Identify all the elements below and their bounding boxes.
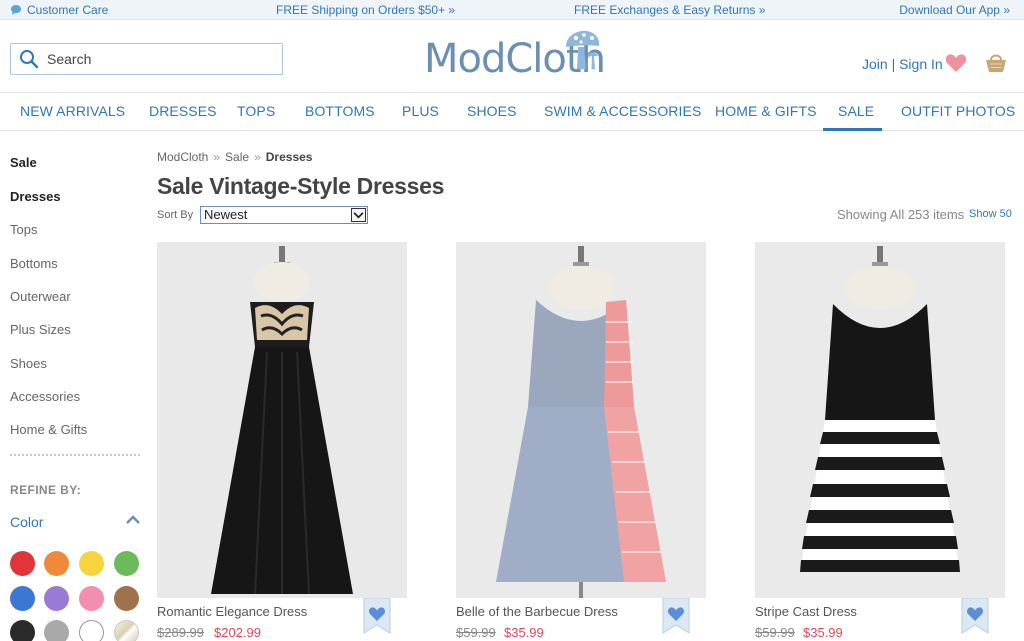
sidebar-item-bottoms[interactable]: Bottoms <box>10 256 58 271</box>
sort-select[interactable]: Newest <box>200 206 368 224</box>
search-box[interactable] <box>10 43 283 75</box>
color-swatch-white[interactable] <box>79 620 104 641</box>
modcloth-logo[interactable]: ModCloth <box>424 28 606 82</box>
download-app-link[interactable]: Download Our App » <box>899 3 1010 17</box>
product-sale-price: $35.99 <box>504 625 544 640</box>
color-swatch-purple[interactable] <box>44 586 69 611</box>
chat-bubble-icon <box>11 5 21 15</box>
heart-favorite-icon[interactable] <box>662 598 690 634</box>
product-name[interactable]: Belle of the Barbecue Dress <box>456 604 618 619</box>
shopping-basket-icon[interactable] <box>984 50 1008 74</box>
nav-dresses[interactable]: DRESSES <box>149 103 217 119</box>
product-original-price: $59.99 <box>755 625 795 640</box>
nav-tops[interactable]: TOPS <box>237 103 275 119</box>
sidebar-item-tops[interactable]: Tops <box>10 222 37 237</box>
nav-shoes[interactable]: SHOES <box>467 103 517 119</box>
color-swatch-black[interactable] <box>10 620 35 641</box>
sidebar-item-home-gifts[interactable]: Home & Gifts <box>10 422 87 437</box>
color-swatch-yellow[interactable] <box>79 551 104 576</box>
product-original-price: $289.99 <box>157 625 204 640</box>
nav-active-indicator <box>823 128 882 131</box>
sort-select-value: Newest <box>204 207 248 222</box>
color-swatch-orange[interactable] <box>44 551 69 576</box>
product-card[interactable]: Romantic Elegance Dress $289.99 $202.99 <box>157 242 407 641</box>
product-sale-price: $35.99 <box>803 625 843 640</box>
free-exchanges-link[interactable]: FREE Exchanges & Easy Returns » <box>574 3 765 17</box>
promo-bar: Customer Care FREE Shipping on Orders $5… <box>0 0 1024 20</box>
nav-outfit-photos[interactable]: OUTFIT PHOTOS <box>901 103 1015 119</box>
nav-plus[interactable]: PLUS <box>402 103 439 119</box>
nav-new-arrivals[interactable]: NEW ARRIVALS <box>20 103 125 119</box>
product-card[interactable]: Belle of the Barbecue Dress $59.99 $35.9… <box>456 242 706 641</box>
product-image[interactable] <box>157 242 407 598</box>
search-input[interactable] <box>47 51 277 67</box>
sort-by-label: Sort By <box>157 209 194 221</box>
sidebar-divider <box>10 454 140 456</box>
breadcrumb-sale[interactable]: Sale <box>225 150 249 164</box>
refine-by-heading: REFINE BY: <box>10 483 82 497</box>
color-swatch-blue[interactable] <box>10 586 35 611</box>
item-count: Showing All 253 items <box>837 207 965 222</box>
breadcrumb: ModCloth » Sale » Dresses <box>157 150 312 164</box>
show-50-link[interactable]: Show 50 <box>969 208 1012 220</box>
nav-sale[interactable]: SALE <box>838 103 874 119</box>
breadcrumb-separator: » <box>213 150 221 164</box>
breadcrumb-separator: » <box>254 150 261 164</box>
product-image[interactable] <box>755 242 1005 598</box>
sidebar-item-dresses[interactable]: Dresses <box>10 189 61 204</box>
heart-favorite-icon[interactable] <box>363 598 391 634</box>
color-filter-heading[interactable]: Color <box>10 514 43 530</box>
free-shipping-link[interactable]: FREE Shipping on Orders $50+ » <box>276 3 455 17</box>
breadcrumb-dresses: Dresses <box>265 150 313 164</box>
search-icon[interactable] <box>19 49 39 69</box>
product-sale-price: $202.99 <box>214 625 261 640</box>
join-sign-in-link[interactable]: Join | Sign In <box>862 56 943 72</box>
color-swatch-gray[interactable] <box>44 620 69 641</box>
product-card[interactable]: Stripe Cast Dress $59.99 $35.99 <box>755 242 1005 641</box>
color-swatch-pink[interactable] <box>79 586 104 611</box>
product-name[interactable]: Stripe Cast Dress <box>755 604 857 619</box>
mushroom-logo-icon <box>566 30 600 69</box>
sidebar-item-shoes[interactable]: Shoes <box>10 356 47 371</box>
heart-wishlist-icon[interactable] <box>945 53 967 73</box>
breadcrumb-modcloth[interactable]: ModCloth <box>157 150 208 164</box>
sidebar-item-sale[interactable]: Sale <box>10 155 37 170</box>
nav-swim-accessories[interactable]: SWIM & ACCESSORIES <box>544 103 701 119</box>
chevron-down-icon[interactable] <box>351 208 366 222</box>
color-swatch-metallic[interactable] <box>114 620 139 641</box>
product-original-price: $59.99 <box>456 625 496 640</box>
nav-home-gifts[interactable]: HOME & GIFTS <box>715 103 817 119</box>
sidebar-item-plus-sizes[interactable]: Plus Sizes <box>10 322 71 337</box>
heart-favorite-icon[interactable] <box>961 598 989 634</box>
product-name[interactable]: Romantic Elegance Dress <box>157 604 307 619</box>
product-image[interactable] <box>456 242 706 598</box>
nav-bottoms[interactable]: BOTTOMS <box>305 103 375 119</box>
sidebar-item-outerwear[interactable]: Outerwear <box>10 289 71 304</box>
customer-care-label: Customer Care <box>27 3 109 17</box>
color-swatch-brown[interactable] <box>114 586 139 611</box>
main-nav: NEW ARRIVALS DRESSES TOPS BOTTOMS PLUS S… <box>0 92 1024 131</box>
page-title: Sale Vintage-Style Dresses <box>157 173 445 199</box>
color-swatch-green[interactable] <box>114 551 139 576</box>
color-swatch-red[interactable] <box>10 551 35 576</box>
sidebar-item-accessories[interactable]: Accessories <box>10 389 80 404</box>
chevron-up-icon[interactable] <box>126 515 140 525</box>
customer-care-link[interactable]: Customer Care <box>10 3 108 17</box>
